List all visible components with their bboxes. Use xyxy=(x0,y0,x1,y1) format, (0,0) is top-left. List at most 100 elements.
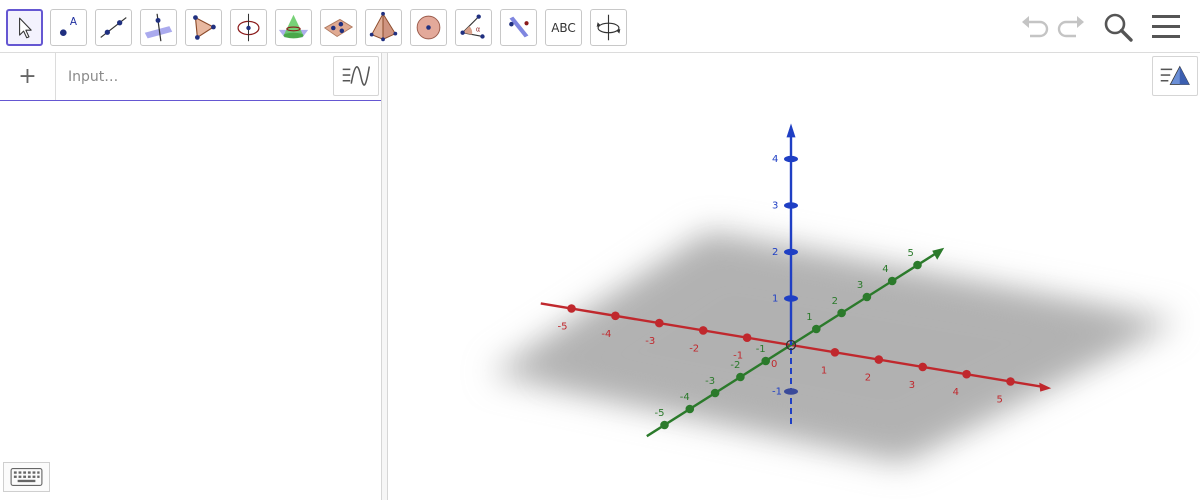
move-tool-button[interactable] xyxy=(6,9,43,46)
y-axis-label: -2 xyxy=(730,360,740,371)
x-axis-tick xyxy=(698,326,708,335)
graphics-3d-view[interactable]: -5 -4 -3 -2 -1 0 1 2 3 4 5 -5 -4 -3 -2 -1 1 2 3 4 5 -1 1 2 3 4 xyxy=(388,53,1200,500)
z-axis-tick xyxy=(784,248,798,256)
undo-icon xyxy=(1022,16,1049,38)
pyramid-tool-button[interactable] xyxy=(365,9,402,46)
redo-icon xyxy=(1057,16,1084,38)
z-axis-arrow xyxy=(786,123,796,138)
x-axis-tick xyxy=(830,348,840,357)
line-tool-button[interactable] xyxy=(95,9,132,46)
y-axis-tick xyxy=(736,372,745,382)
sphere-tool-button[interactable] xyxy=(410,9,447,46)
add-item-button[interactable]: + xyxy=(0,53,56,100)
circle-with-axis-icon xyxy=(237,13,260,42)
x-axis-tick xyxy=(918,362,927,372)
z-axis-tick xyxy=(784,388,798,395)
line-through-points-icon xyxy=(100,17,127,38)
polygon-tool-button[interactable] xyxy=(185,9,222,46)
x-axis-label: 4 xyxy=(953,387,959,398)
y-axis-tick xyxy=(913,260,922,270)
y-axis-label: 2 xyxy=(832,296,838,307)
y-axis-label: 5 xyxy=(908,248,914,259)
3d-scene: -5-4-3-2-1012345 -5-4-3-2-112345 -11234 xyxy=(490,123,1178,463)
plane-three-points-tool-button[interactable] xyxy=(320,9,357,46)
main-menu-button[interactable] xyxy=(1148,10,1184,44)
sphere-icon xyxy=(416,15,441,40)
z-axis-label: 2 xyxy=(772,247,778,258)
y-axis-tick xyxy=(862,292,872,302)
x-axis-label: 1 xyxy=(821,365,827,376)
x-axis-label: -3 xyxy=(645,336,655,347)
x-axis-tick xyxy=(611,311,620,321)
y-axis-arrow xyxy=(932,247,945,260)
reflect-about-plane-icon xyxy=(509,16,529,38)
svg-text:A: A xyxy=(70,16,78,28)
plane-three-points-icon xyxy=(323,18,354,38)
point-a-icon: A xyxy=(59,16,78,37)
panel-divider[interactable] xyxy=(381,53,388,500)
y-axis-tick xyxy=(660,420,669,430)
algebra-input[interactable] xyxy=(68,67,318,87)
search-button[interactable] xyxy=(1100,10,1136,44)
algebra-input-row: + xyxy=(0,53,381,101)
undo-button[interactable] xyxy=(1016,10,1052,44)
keyboard-toggle-button[interactable] xyxy=(3,462,50,492)
x-axis-label: -2 xyxy=(689,343,699,354)
point-tool-button[interactable]: A xyxy=(50,9,87,46)
pyramid-icon xyxy=(369,11,398,42)
perpendicular-line-icon xyxy=(144,13,173,42)
intersect-surfaces-tool-button[interactable] xyxy=(275,9,312,46)
menu-icon xyxy=(1152,15,1180,38)
graphics-style-icon xyxy=(1160,65,1190,85)
y-axis-tick xyxy=(685,404,695,414)
z-axis-label: -1 xyxy=(772,387,782,398)
y-axis-tick xyxy=(710,388,720,398)
rotate-view-tool-button[interactable] xyxy=(590,9,627,46)
plus-icon: + xyxy=(18,64,37,89)
circle-axis-tool-button[interactable] xyxy=(230,9,267,46)
y-axis-label: 1 xyxy=(806,312,812,323)
search-icon xyxy=(1104,13,1133,42)
z-axis-label: 4 xyxy=(772,154,778,165)
x-axis-tick xyxy=(962,369,971,379)
y-axis-label: 4 xyxy=(882,264,888,275)
y-axis-label: 3 xyxy=(857,280,863,291)
x-axis-label: -4 xyxy=(601,329,611,340)
x-axis-label: 0 xyxy=(771,359,777,370)
x-axis-tick xyxy=(742,333,752,343)
z-axis-label: 3 xyxy=(772,201,778,212)
z-axis-label: 1 xyxy=(772,294,778,305)
text-tool-button[interactable]: ABC xyxy=(545,9,582,46)
redo-button[interactable] xyxy=(1054,10,1090,44)
y-axis-label: -4 xyxy=(680,392,690,403)
y-axis-label: -1 xyxy=(756,344,766,355)
polygon-icon xyxy=(193,15,216,40)
arrow-cursor-icon xyxy=(19,17,32,39)
rotate-view-icon xyxy=(596,14,621,41)
x-axis-label: 3 xyxy=(909,380,915,391)
reflect-plane-tool-button[interactable] xyxy=(500,9,537,46)
y-axis-label: -3 xyxy=(705,376,715,387)
x-axis-tick xyxy=(567,304,576,313)
angle-tool-button[interactable]: α xyxy=(455,9,492,46)
svg-text:α: α xyxy=(476,26,481,34)
text-abc-icon: ABC xyxy=(551,20,576,35)
y-axis-tick xyxy=(812,324,821,334)
x-axis-label: 5 xyxy=(997,395,1003,406)
graphics-style-button[interactable] xyxy=(1152,56,1198,96)
algebra-style-button[interactable] xyxy=(333,56,379,96)
y-axis-label: -5 xyxy=(655,408,665,419)
x-axis-label: 2 xyxy=(865,373,871,384)
intersect-cone-plane-icon xyxy=(278,14,309,39)
z-axis-tick xyxy=(784,202,798,209)
keyboard-icon xyxy=(10,468,43,486)
y-axis-tick xyxy=(887,276,897,286)
toolbar: A α ABC xyxy=(0,0,1200,53)
angle-icon: α xyxy=(460,14,485,39)
x-axis-label: -5 xyxy=(558,322,568,333)
y-axis-tick xyxy=(837,308,846,318)
perpendicular-line-tool-button[interactable] xyxy=(140,9,177,46)
algebra-style-icon xyxy=(342,66,371,86)
x-axis-tick xyxy=(1006,377,1015,386)
z-axis-tick xyxy=(784,295,798,302)
